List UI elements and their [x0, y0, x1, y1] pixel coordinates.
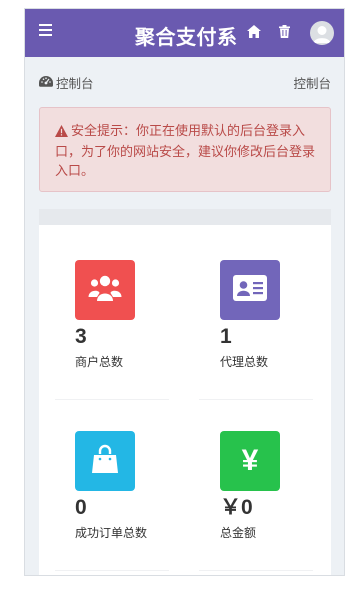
stat-orders[interactable]: 0 成功订单总数 — [75, 431, 169, 541]
stat-value: 3 — [75, 325, 87, 348]
app-frame: 聚合支付系 控制台 控制台 安全提示：你正在使用默认的后台登录入口，为了你的网站… — [24, 8, 345, 576]
top-navbar: 聚合支付系 — [25, 9, 344, 57]
stat-agents[interactable]: 1 代理总数 — [220, 260, 314, 370]
security-alert: 安全提示：你正在使用默认的后台登录入口，为了你的网站安全，建议你修改后台登录入口… — [39, 107, 331, 192]
divider — [55, 399, 169, 400]
divider — [199, 570, 313, 571]
divider — [55, 570, 169, 571]
stat-icon-box — [75, 260, 135, 320]
stat-icon-box: ¥ — [220, 431, 280, 491]
users-icon — [88, 274, 122, 307]
app-title: 聚合支付系 — [135, 27, 238, 49]
stat-icon-box — [220, 260, 280, 320]
trash-icon[interactable] — [279, 25, 290, 43]
stat-label: 成功订单总数 — [75, 526, 148, 540]
breadcrumb-label: 控制台 — [56, 77, 94, 91]
home-icon[interactable] — [247, 25, 261, 43]
stat-value: ￥0 — [220, 496, 253, 519]
panel-header — [39, 209, 331, 225]
stat-total-amount[interactable]: ¥ ￥0 总金额 — [220, 431, 314, 541]
id-card-icon — [233, 274, 267, 306]
breadcrumb-link-dashboard[interactable]: 控制台 — [293, 73, 331, 92]
yen-icon: ¥ — [241, 444, 259, 477]
warning-icon — [55, 123, 68, 142]
shopping-bag-icon — [91, 444, 119, 479]
stat-value: 0 — [75, 496, 87, 519]
breadcrumb: 控制台 控制台 — [39, 73, 331, 91]
stat-label: 商户总数 — [75, 355, 124, 369]
menu-toggle-icon[interactable] — [39, 24, 53, 40]
stat-label: 总金额 — [220, 526, 257, 540]
stats-panel: 3 商户总数 1 代理总数 0 成功订单总数 ¥ ￥0 总金额 — [39, 209, 331, 575]
user-avatar[interactable] — [310, 21, 334, 45]
alert-text: 安全提示：你正在使用默认的后台登录入口，为了你的网站安全，建议你修改后台登录入口… — [55, 123, 316, 178]
divider — [199, 399, 313, 400]
stat-icon-box — [75, 431, 135, 491]
stat-merchants[interactable]: 3 商户总数 — [75, 260, 169, 370]
dashboard-icon — [39, 75, 53, 90]
stat-value: 1 — [220, 325, 232, 348]
stat-label: 代理总数 — [220, 355, 269, 369]
breadcrumb-current: 控制台 — [39, 73, 94, 92]
